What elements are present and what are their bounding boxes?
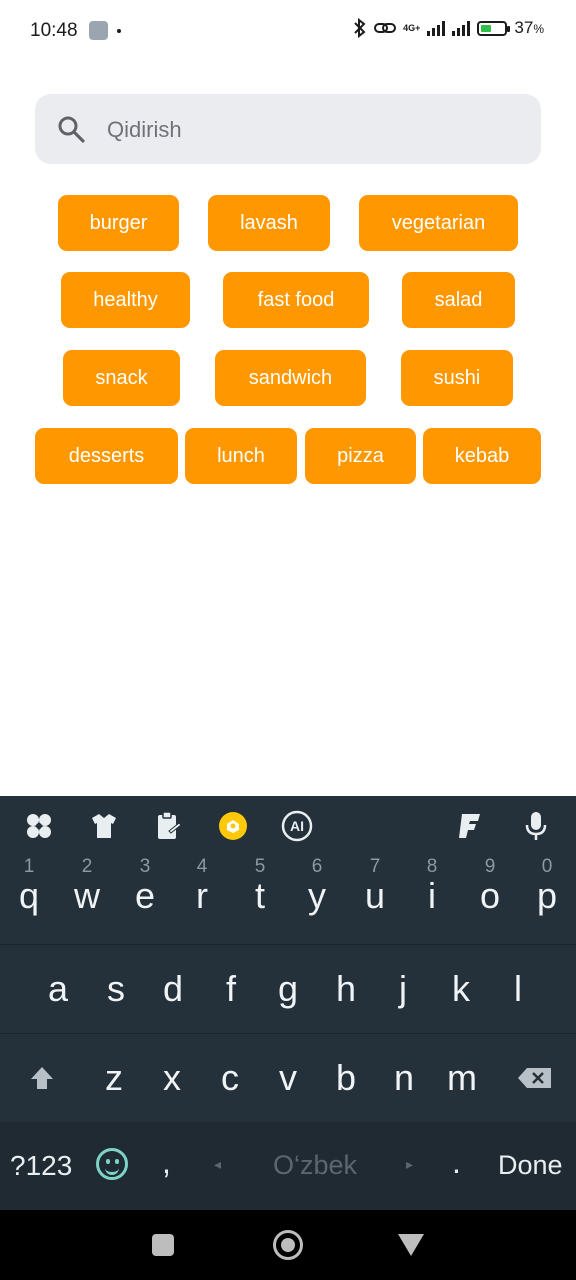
key-w[interactable]: 2w	[58, 852, 116, 940]
key-e[interactable]: 3e	[116, 852, 174, 940]
system-navigation-bar	[0, 1210, 576, 1280]
search-icon	[58, 116, 85, 143]
keyboard-bottom-row: ?123 , ◂ O‘zbek ▸ . Done	[0, 1122, 576, 1210]
keyboard-toolbar: AI	[0, 796, 576, 856]
period-key[interactable]: .	[452, 1144, 461, 1181]
done-key[interactable]: Done	[498, 1150, 563, 1181]
key-f[interactable]: f	[202, 945, 260, 1033]
arrow-right-icon: ▸	[406, 1156, 414, 1172]
key-c[interactable]: c	[201, 1034, 259, 1122]
key-i[interactable]: 8i	[403, 852, 461, 940]
battery-level: 37%	[514, 18, 544, 37]
tag-chip-healthy[interactable]: healthy	[61, 272, 190, 328]
key-r[interactable]: 4r	[173, 852, 231, 940]
key-g[interactable]: g	[259, 945, 317, 1033]
wrench-notification-icon	[89, 21, 108, 40]
link-icon	[374, 23, 397, 33]
backspace-icon	[518, 1068, 551, 1088]
apps-icon[interactable]	[21, 808, 57, 844]
tag-chip-desserts[interactable]: desserts	[35, 428, 178, 484]
tag-chip-salad[interactable]: salad	[402, 272, 515, 328]
clipboard-icon[interactable]	[150, 808, 186, 844]
key-v[interactable]: v	[259, 1034, 317, 1122]
key-x[interactable]: x	[143, 1034, 201, 1122]
svg-text:AI: AI	[290, 818, 304, 834]
home-icon[interactable]	[273, 1230, 303, 1260]
signal-1-icon	[427, 20, 446, 36]
battery-icon	[477, 20, 511, 36]
tag-chip-snack[interactable]: snack	[63, 350, 180, 406]
search-bar[interactable]	[35, 94, 541, 164]
signal-2-icon	[452, 20, 471, 36]
space-key[interactable]: O‘zbek	[200, 1150, 430, 1181]
status-icons: 4G+ 37%	[353, 18, 544, 38]
backspace-key[interactable]	[500, 1034, 570, 1122]
tag-chip-burger[interactable]: burger	[58, 195, 179, 251]
tag-chip-sandwich[interactable]: sandwich	[215, 350, 366, 406]
theme-icon[interactable]	[86, 808, 122, 844]
status-bar: 10:48 4G+ 37%	[0, 0, 576, 62]
bluetooth-icon	[354, 18, 366, 38]
tag-chip-kebab[interactable]: kebab	[423, 428, 541, 484]
key-t[interactable]: 5t	[231, 852, 289, 940]
key-m[interactable]: m	[433, 1034, 491, 1122]
notification-dot-icon	[117, 29, 121, 33]
key-u[interactable]: 7u	[346, 852, 404, 940]
shift-key[interactable]	[12, 1034, 72, 1122]
key-z[interactable]: z	[85, 1034, 143, 1122]
key-k[interactable]: k	[432, 945, 490, 1033]
shift-icon	[31, 1067, 53, 1089]
emoji-icon[interactable]	[96, 1148, 128, 1180]
symbols-key[interactable]: ?123	[10, 1150, 72, 1182]
key-p[interactable]: 0p	[518, 852, 576, 940]
search-input[interactable]	[105, 110, 529, 150]
back-icon[interactable]	[398, 1234, 424, 1256]
key-n[interactable]: n	[375, 1034, 433, 1122]
tag-chip-sushi[interactable]: sushi	[401, 350, 513, 406]
network-type: 4G+	[403, 23, 421, 33]
tag-chip-lunch[interactable]: lunch	[185, 428, 297, 484]
key-h[interactable]: h	[317, 945, 375, 1033]
sticker-icon[interactable]	[215, 808, 251, 844]
tag-chip-vegetarian[interactable]: vegetarian	[359, 195, 518, 251]
comma-key[interactable]: ,	[162, 1144, 171, 1181]
tag-chip-pizza[interactable]: pizza	[305, 428, 416, 484]
status-time: 10:48	[30, 20, 78, 41]
keyboard-row-3: z x c v b n m	[0, 1033, 576, 1122]
key-q[interactable]: 1q	[0, 852, 58, 940]
key-o[interactable]: 9o	[461, 852, 519, 940]
keyboard-row-2: a s d f g h j k l	[0, 944, 576, 1033]
tag-chip-lavash[interactable]: lavash	[208, 195, 330, 251]
ai-icon[interactable]: AI	[279, 808, 315, 844]
key-j[interactable]: j	[374, 945, 432, 1033]
tag-chip-fast-food[interactable]: fast food	[223, 272, 369, 328]
recents-icon[interactable]	[152, 1234, 174, 1256]
keyboard: AI 1q 2w 3e 4r 5t 6y 7u 8i 9o 0p a s d f…	[0, 796, 576, 1210]
key-y[interactable]: 6y	[288, 852, 346, 940]
font-icon[interactable]	[452, 808, 488, 844]
key-l[interactable]: l	[489, 945, 547, 1033]
key-s[interactable]: s	[87, 945, 145, 1033]
key-d[interactable]: d	[144, 945, 202, 1033]
key-b[interactable]: b	[317, 1034, 375, 1122]
key-a[interactable]: a	[29, 945, 87, 1033]
microphone-icon[interactable]	[518, 808, 554, 844]
